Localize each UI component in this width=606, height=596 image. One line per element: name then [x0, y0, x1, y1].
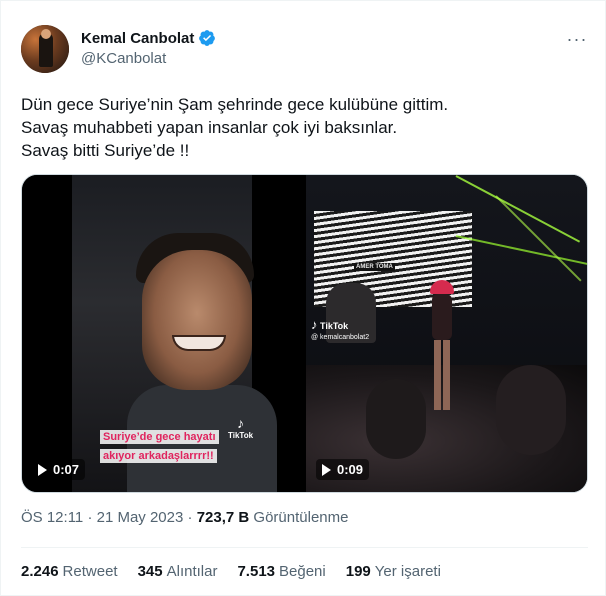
play-icon [322, 463, 331, 476]
tweet-text-line: Savaş muhabbeti yapan insanlar çok iyi b… [21, 118, 398, 137]
stat-retweets[interactable]: 2.246 Retweet [21, 563, 118, 580]
video-2-play-button[interactable]: 0:09 [316, 459, 370, 480]
view-count: 723,7 B [196, 509, 250, 526]
tweet-meta: ÖS 12:11 · 21 May 2023 · 723,7 B Görüntü… [21, 509, 349, 526]
tweet-text: Dün gece Suriye’nin Şam şehrinde gece ku… [21, 93, 581, 162]
stat-bookmarks[interactable]: 199 Yer işareti [346, 563, 441, 580]
video-2-duration: 0:09 [337, 462, 364, 477]
avatar[interactable] [21, 25, 69, 73]
author-name[interactable]: Kemal Canbolat [81, 30, 194, 47]
divider [21, 547, 588, 548]
play-icon [38, 463, 47, 476]
tiktok-icon: ♪ [311, 317, 318, 332]
media-grid: Suriye’de gece hayatı akıyor arkadaşlarr… [21, 174, 588, 493]
stat-likes[interactable]: 7.513 Beğeni [237, 563, 325, 580]
caption-line: akıyor arkadaşlarrrr!! [100, 449, 217, 463]
video-1-duration: 0:07 [53, 462, 80, 477]
tiktok-icon: ♪ [237, 415, 245, 431]
video-1-play-button[interactable]: 0:07 [32, 459, 86, 480]
caption-line: Suriye’de gece hayatı [100, 430, 219, 444]
author-name-row[interactable]: Kemal Canbolat [81, 29, 216, 47]
verified-badge-icon [199, 30, 216, 46]
tweet-time[interactable]: ÖS 12:11 [21, 509, 83, 526]
tiktok-username: @ kemalcanbolat2 [311, 334, 370, 341]
author-handle[interactable]: @KCanbolat [81, 50, 166, 67]
video-1[interactable]: Suriye’de gece hayatı akıyor arkadaşlarr… [22, 175, 303, 492]
tweet-text-line: Dün gece Suriye’nin Şam şehrinde gece ku… [21, 95, 449, 114]
video-2[interactable]: AMER TOMA ♪ TikTok @ kemalcanbolat2 0:09 [306, 175, 587, 492]
tiktok-watermark: ♪ TikTok [228, 415, 254, 440]
tweet-text-line: Savaş bitti Suriye’de !! [21, 141, 190, 160]
tweet-card: Kemal Canbolat @KCanbolat ··· Dün gece S… [0, 0, 606, 596]
stat-quotes[interactable]: 345 Alıntılar [138, 563, 218, 580]
engagement-stats: 2.246 Retweet 345 Alıntılar 7.513 Beğeni 19… [21, 563, 441, 580]
view-count-label: Görüntülenme [253, 509, 349, 526]
tweet-date[interactable]: 21 May 2023 [97, 509, 184, 526]
stage-screen-label: AMER TOMA [354, 263, 395, 271]
more-options-icon[interactable]: ··· [563, 27, 591, 51]
tiktok-watermark-2: ♪ TikTok @ kemalcanbolat2 [311, 317, 370, 341]
